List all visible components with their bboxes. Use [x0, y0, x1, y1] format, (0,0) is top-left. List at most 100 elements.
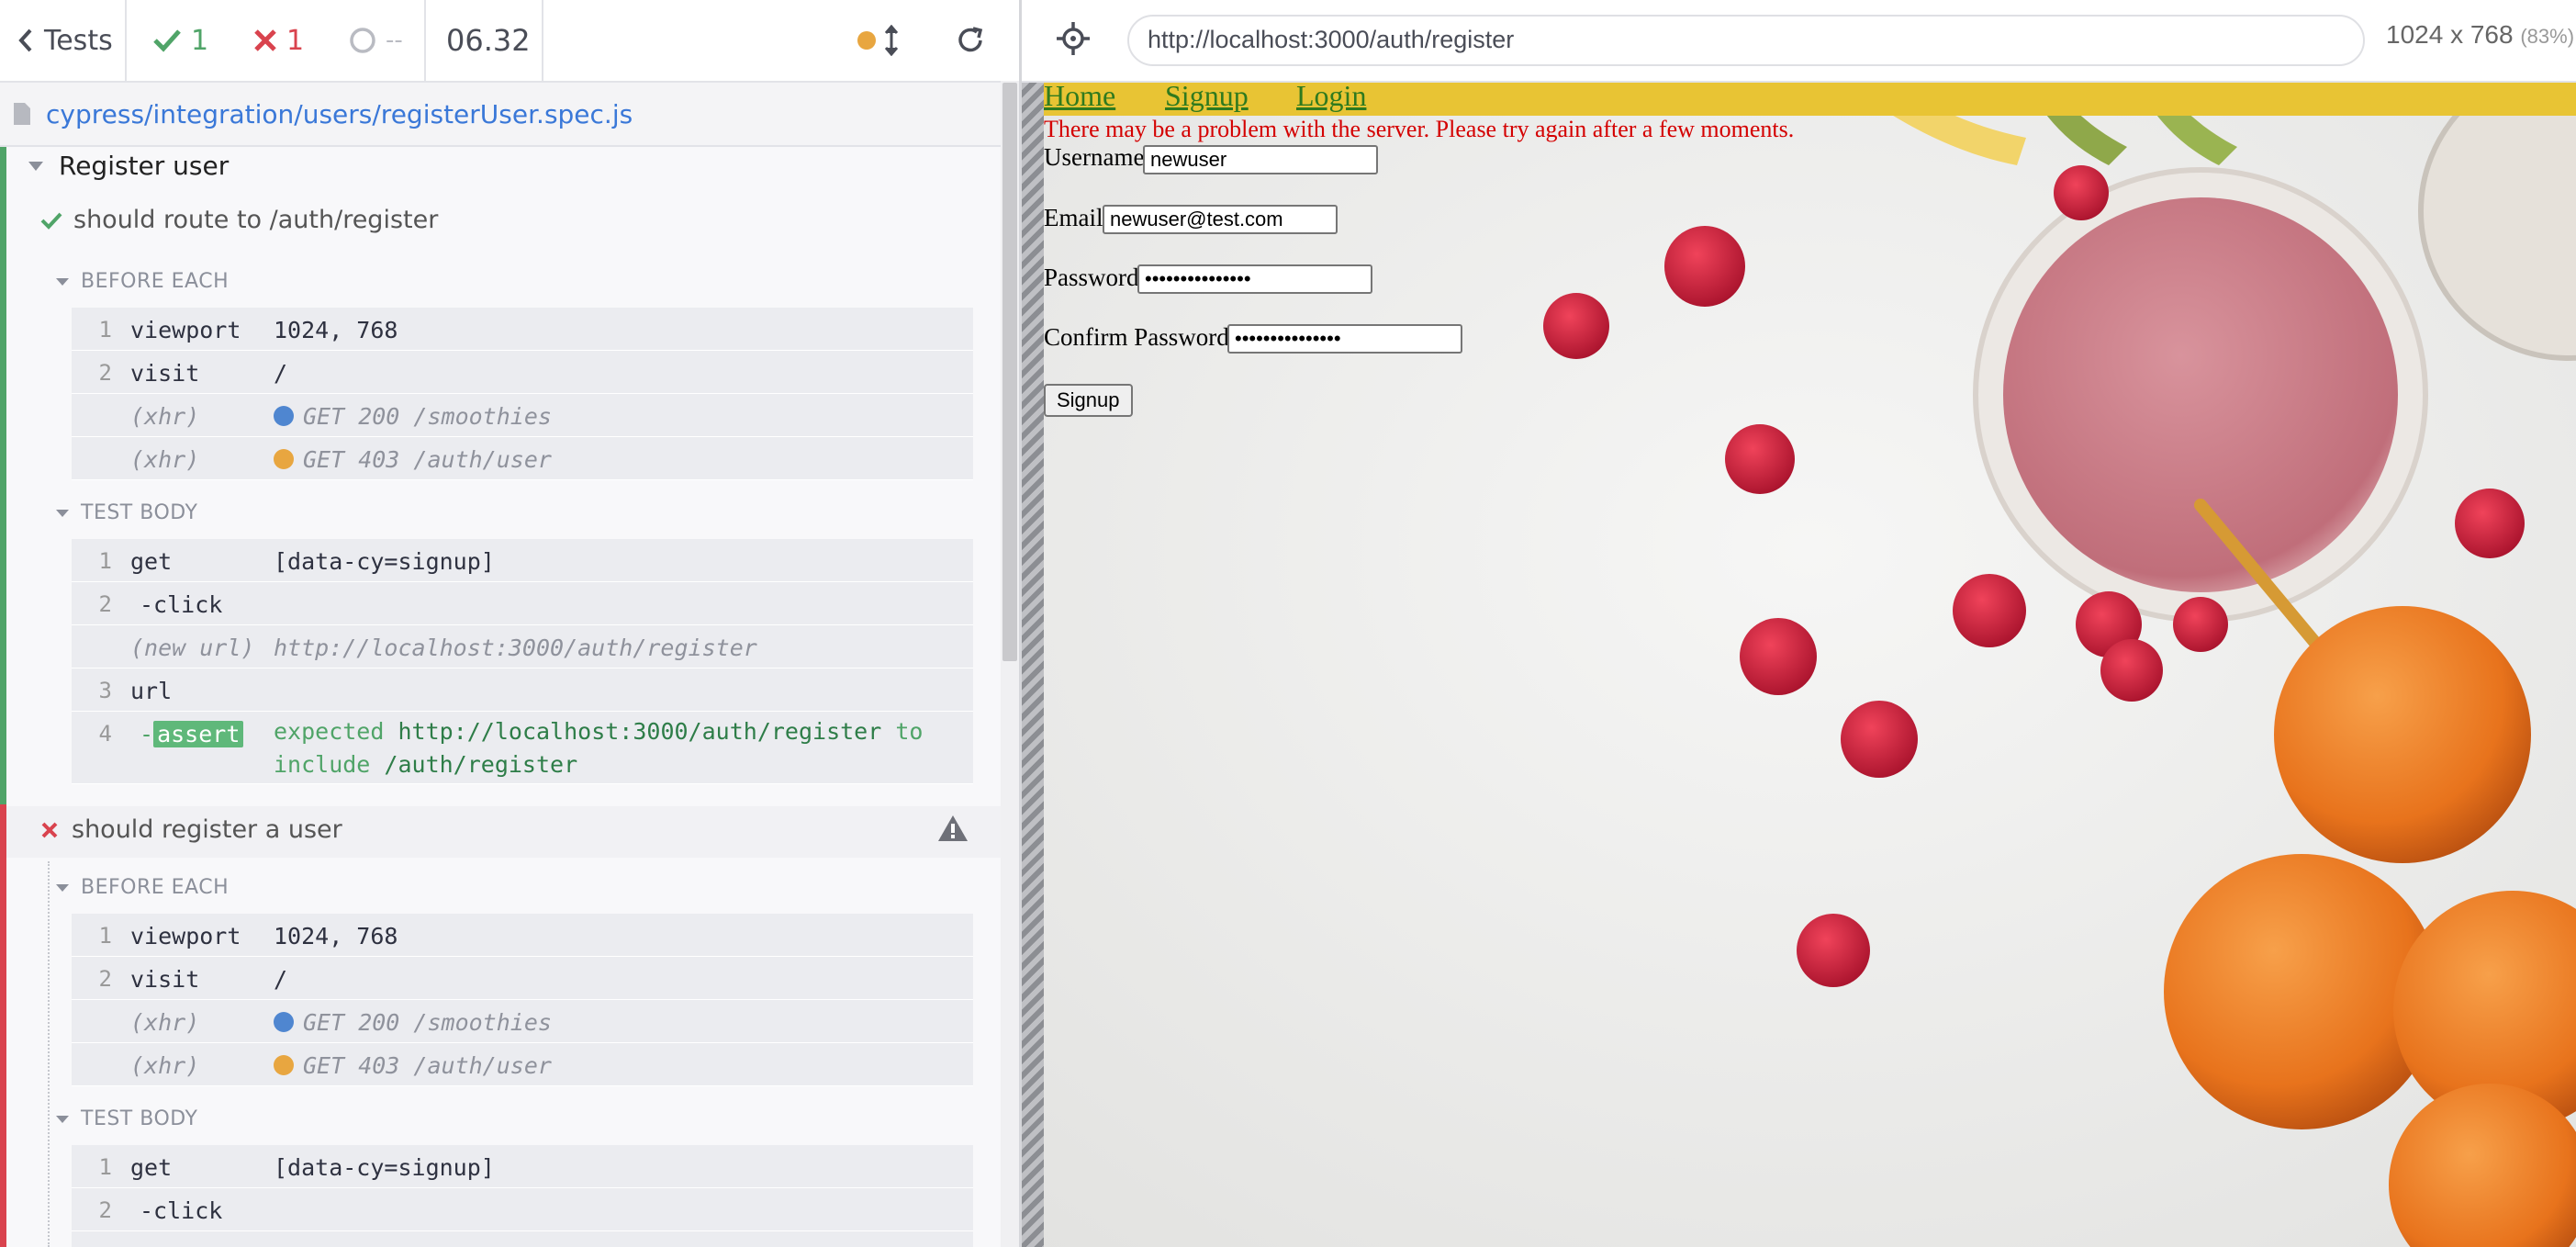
command-name: get [130, 548, 173, 575]
email-input[interactable]: newuser@test.com [1103, 205, 1338, 234]
test-title-register[interactable]: should register a user [40, 815, 342, 844]
hook-label: TEST BODY [81, 501, 198, 524]
x-icon [254, 29, 276, 51]
xhr-status-dot-icon [274, 406, 294, 426]
password-input[interactable]: ••••••••••••••• [1137, 264, 1372, 294]
command-row[interactable]: 2 visit / [72, 351, 973, 394]
command-number: 2 [98, 591, 112, 617]
assert-text: expected [274, 718, 385, 745]
reporter-scrollbar[interactable] [1001, 81, 1019, 1247]
assert-text: include [274, 751, 371, 778]
command-row[interactable]: 1 get [data-cy=signup] [72, 1145, 973, 1188]
command-row[interactable]: 2 visit / [72, 957, 973, 1000]
command-message: GET 200 /smoothies [303, 403, 552, 430]
nav-signup-link[interactable]: Signup [1165, 83, 1249, 113]
reporter-toolbar: Tests 1 1 -- 06.32 [0, 0, 1019, 83]
command-message: [data-cy=signup] [274, 1154, 495, 1181]
command-name: visit [130, 360, 200, 387]
command-message: [data-cy=signup] [274, 548, 495, 575]
command-number: 3 [98, 678, 112, 703]
x-icon [41, 822, 58, 837]
command-row[interactable]: 3 url [72, 668, 973, 712]
viewport-info[interactable]: 1024 x 768 (83%) [2386, 20, 2574, 50]
hook-test-body[interactable]: TEST BODY [56, 501, 198, 524]
test-title-label: should register a user [72, 815, 342, 844]
scrollbar-thumb[interactable] [1002, 83, 1017, 661]
rerun-button[interactable] [955, 0, 986, 81]
suite-title[interactable]: Register user [28, 151, 229, 181]
hook-before-each[interactable]: BEFORE EACH [56, 876, 230, 899]
server-error-message: There may be a problem with the server. … [1044, 116, 1795, 142]
command-message: 1024, 768 [274, 923, 398, 949]
hook-label: TEST BODY [81, 1107, 198, 1130]
username-label: Username [1044, 143, 1145, 171]
command-row-xhr[interactable]: (xhr) GET 403 /auth/user [72, 1043, 973, 1086]
command-message: / [274, 966, 288, 993]
refresh-icon [958, 27, 983, 52]
command-row-partial[interactable] [72, 1231, 973, 1247]
check-icon [153, 29, 181, 52]
collapse-caret-icon [28, 161, 43, 171]
command-message: GET 200 /smoothies [303, 1009, 552, 1036]
confirm-password-label: Confirm Password [1044, 323, 1229, 351]
command-row[interactable]: 2 -click [72, 582, 973, 625]
command-row-xhr[interactable]: (xhr) GET 403 /auth/user [72, 437, 973, 480]
command-name: get [130, 1154, 173, 1181]
viewport-scale-text: (83%) [2520, 25, 2575, 48]
test-title-route[interactable]: should route to /auth/register [40, 206, 438, 234]
signup-submit-button[interactable]: Signup [1044, 384, 1133, 417]
command-row[interactable]: 2 -click [72, 1188, 973, 1231]
command-number: 2 [98, 360, 112, 386]
failed-count-value: 1 [286, 24, 305, 57]
pending-circle-icon [350, 28, 375, 53]
password-label: Password [1044, 264, 1139, 291]
collapse-caret-icon [56, 1115, 69, 1123]
command-row-xhr[interactable]: (xhr) GET 200 /smoothies [72, 1000, 973, 1043]
username-input[interactable]: newuser [1143, 145, 1378, 174]
confirm-password-input[interactable]: ••••••••••••••• [1227, 324, 1462, 354]
xhr-status-dot-icon [274, 1055, 294, 1075]
command-row-assert[interactable]: 4 - assert expected http://localhost:3000… [72, 712, 973, 784]
test-title-label: should route to /auth/register [73, 206, 439, 234]
selector-playground-icon[interactable] [1055, 20, 1092, 57]
spec-path-link[interactable]: cypress/integration/users/registerUser.s… [46, 99, 633, 129]
spec-path-bar: cypress/integration/users/registerUser.s… [0, 83, 1001, 147]
command-name: -click [140, 591, 223, 618]
pending-count[interactable]: -- [349, 0, 403, 81]
aut-gutter [1022, 83, 1044, 1247]
command-name: url [130, 678, 173, 704]
nav-home-link[interactable]: Home [1044, 83, 1115, 113]
command-name: - [140, 721, 154, 747]
command-row[interactable]: 1 viewport 1024, 768 [72, 308, 973, 351]
collapse-caret-icon [56, 509, 69, 517]
check-icon [40, 212, 62, 230]
reporter-panel: Tests 1 1 -- 06.32 cypress/integration/u… [0, 0, 1019, 1247]
nav-login-link[interactable]: Login [1296, 83, 1366, 113]
tests-back-button[interactable]: Tests [17, 0, 113, 81]
command-row-new-url[interactable]: (new url) http://localhost:3000/auth/reg… [72, 625, 973, 668]
hook-label: BEFORE EACH [81, 876, 230, 899]
aut-iframe: Home Signup Login There may be a problem… [1044, 83, 2576, 1247]
failed-count[interactable]: 1 [253, 0, 304, 81]
warning-icon[interactable] [936, 814, 969, 843]
command-name: (new url) [130, 635, 255, 661]
auto-scroll-toggle[interactable] [857, 0, 898, 81]
duration: 06.32 [446, 23, 531, 58]
command-number: 4 [98, 721, 112, 747]
command-number: 1 [98, 317, 112, 343]
smoothie-background-image [1044, 83, 2576, 1247]
command-message: 1024, 768 [274, 317, 398, 343]
url-bar[interactable]: http://localhost:3000/auth/register [1127, 15, 2365, 66]
passed-count[interactable]: 1 [152, 0, 208, 81]
command-row[interactable]: 1 get [data-cy=signup] [72, 539, 973, 582]
command-row-xhr[interactable]: (xhr) GET 200 /smoothies [72, 394, 973, 437]
collapse-caret-icon [56, 277, 69, 286]
hook-test-body[interactable]: TEST BODY [56, 1107, 198, 1130]
email-label: Email [1044, 204, 1103, 231]
command-name: -click [140, 1197, 223, 1224]
command-name: viewport [130, 923, 241, 949]
command-message: GET 403 /auth/user [303, 1052, 552, 1079]
command-row[interactable]: 1 viewport 1024, 768 [72, 914, 973, 957]
hook-before-each[interactable]: BEFORE EACH [56, 270, 229, 293]
command-number: 2 [98, 966, 112, 992]
